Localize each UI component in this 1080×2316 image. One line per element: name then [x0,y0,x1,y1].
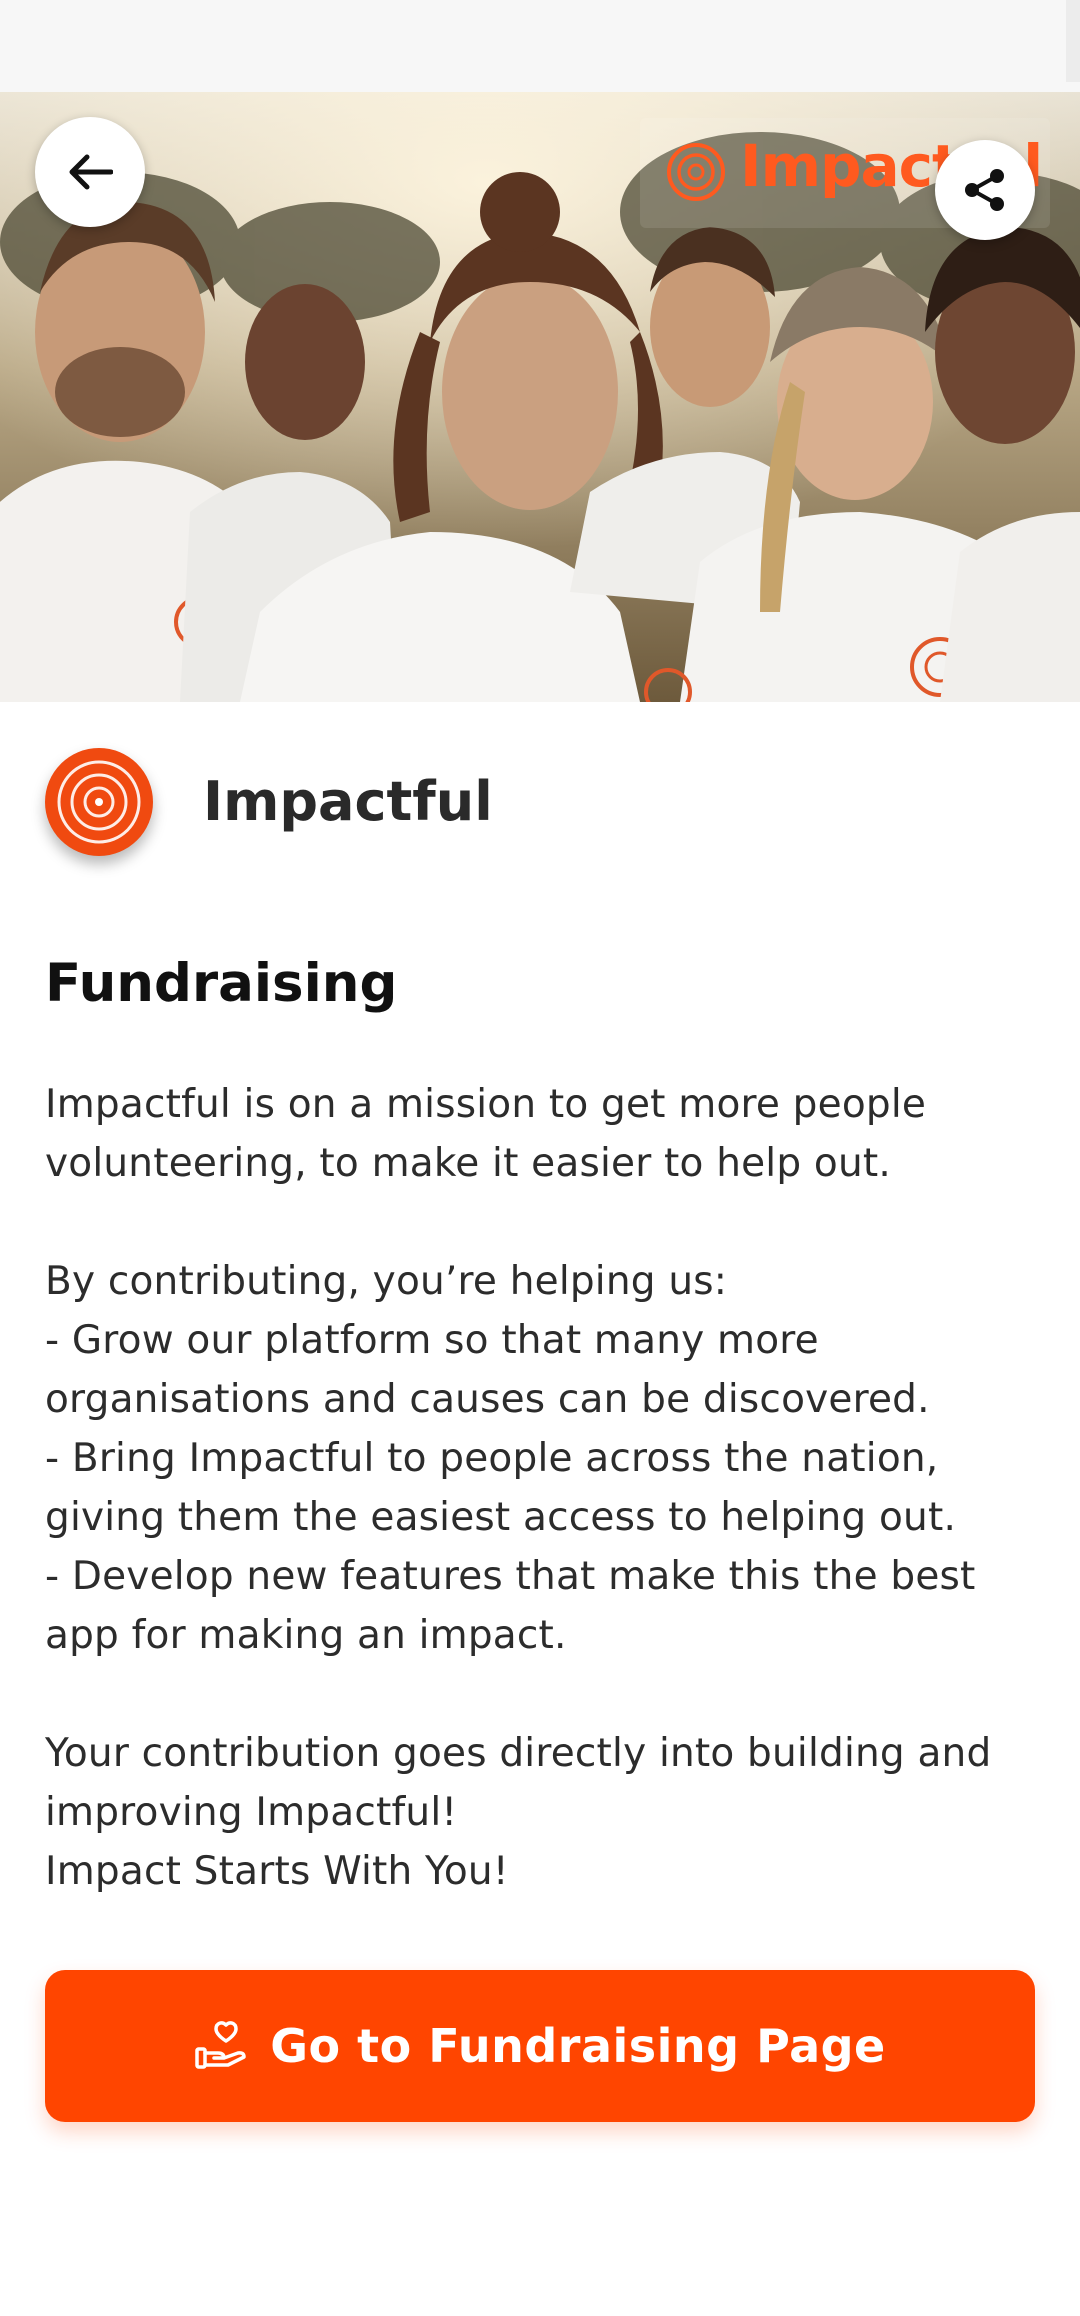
status-bar [0,0,1080,92]
share-icon [965,169,1004,211]
brand-logo-icon [667,143,725,201]
share-button[interactable] [935,140,1035,240]
target-rings-logo-icon [45,748,153,856]
go-to-fundraising-label: Go to Fundraising Page [270,2019,886,2073]
section-title: Fundraising [45,953,398,1014]
status-bar-edge [1066,0,1080,82]
organisation-header: Impactful [45,748,1035,860]
go-to-fundraising-button[interactable]: Go to Fundraising Page [45,1970,1035,2122]
arrow-left-icon [69,154,113,190]
back-button[interactable] [35,117,145,227]
hand-heart-icon [194,2021,248,2071]
organisation-name: Impactful [203,770,493,833]
fundraising-description: Impactful is on a mission to get more pe… [45,1082,992,1894]
